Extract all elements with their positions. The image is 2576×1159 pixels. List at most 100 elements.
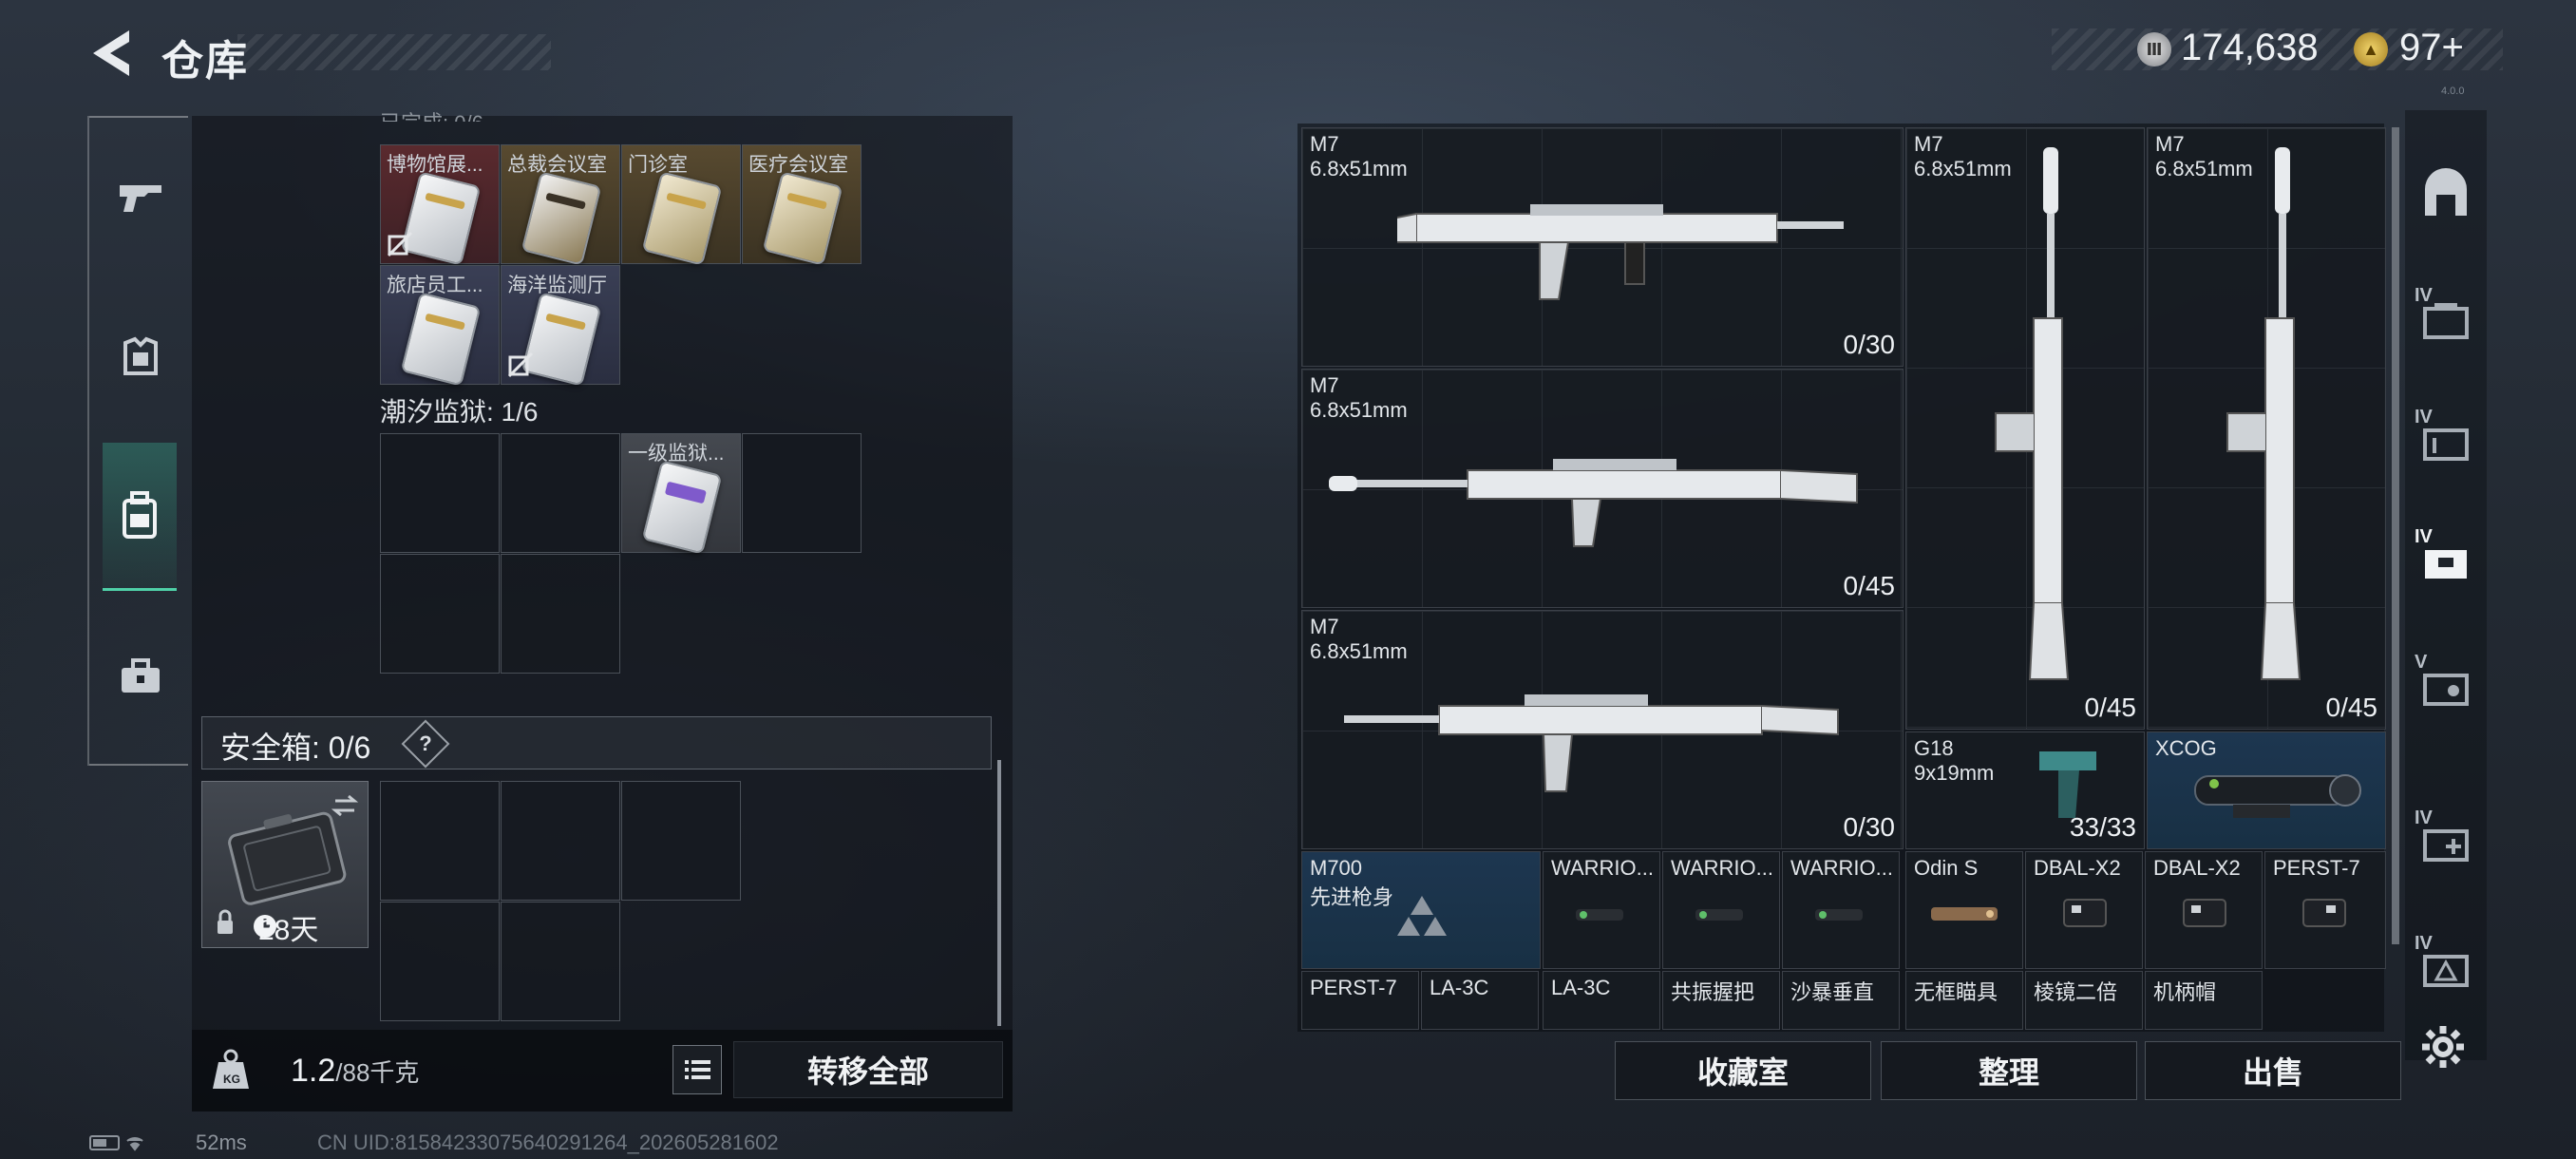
safe-box-timer: 28天 (258, 915, 319, 946)
keycard-slot[interactable]: 博物馆展... (380, 144, 500, 266)
currency-gold-amount[interactable]: 97+ (2399, 27, 2464, 69)
nav-armor[interactable] (103, 315, 179, 401)
attachment-slot[interactable]: 沙暴垂直 (1782, 971, 1900, 1030)
crate-icon (2423, 674, 2469, 706)
attachment-slot[interactable]: DBAL-X2 (2025, 851, 2143, 969)
keycard-slot[interactable]: 总裁会议室 (501, 144, 620, 266)
armor-icon (123, 336, 158, 375)
safe-box-label: 安全箱: 0/6 (220, 731, 371, 765)
organize-button[interactable]: 整理 (1881, 1041, 2137, 1100)
keycard-icon (762, 171, 843, 266)
weapon-slot[interactable]: M7 6.8x51mm 0/30 (1301, 127, 1904, 367)
empty-slot[interactable] (501, 554, 620, 674)
svg-text:KG: KG (223, 1073, 240, 1086)
no-access-icon (387, 231, 413, 257)
battery-wifi-icon (89, 1135, 143, 1151)
inventory-scrollbar[interactable] (997, 760, 1001, 1026)
keycard-slot[interactable]: 医疗会议室 (742, 144, 862, 266)
nav-supplies[interactable] (103, 635, 179, 720)
scope-slot[interactable]: XCOG (2147, 732, 2386, 849)
nav-containers[interactable] (103, 443, 177, 591)
ping-text: 52ms (196, 1130, 247, 1154)
attachment-slot[interactable]: WARRIO... (1543, 851, 1660, 969)
attachment-slot[interactable]: M700 先进枪身 (1301, 851, 1541, 969)
weapon-slot[interactable]: M7 6.8x51mm 0/30 (1301, 610, 1904, 849)
tab-storage-6[interactable]: IV (2415, 933, 2475, 998)
weapon-slot[interactable]: M7 6.8x51mm 0/45 (1301, 369, 1904, 608)
tab-storage-5[interactable]: IV (2415, 808, 2475, 872)
flashlight-icon (1576, 909, 1623, 921)
attachment-slot[interactable]: PERST-7 (1301, 971, 1419, 1030)
empty-slot[interactable] (742, 433, 862, 553)
currency-silver-amount: 174,638 (2181, 27, 2319, 68)
rifle-icon (1344, 694, 1839, 792)
laser-module-icon (2063, 899, 2107, 927)
storage-tabs: IV IV IV V IV IV (2405, 110, 2487, 1060)
no-access-icon (507, 352, 534, 378)
attachment-slot[interactable]: 无框瞄具 (1905, 971, 2023, 1030)
rifle-icon (1329, 459, 1858, 547)
empty-slot[interactable] (380, 554, 500, 674)
attachment-slot[interactable]: DBAL-X2 (2145, 851, 2263, 969)
storage-scrollbar[interactable] (2392, 127, 2399, 944)
vault-icon (2425, 168, 2467, 216)
backpack-icon (123, 490, 157, 539)
back-arrow-icon[interactable] (87, 27, 135, 80)
gold-coin-icon: ▲ (2354, 32, 2388, 66)
keycard-slot[interactable]: 一级监狱... (621, 433, 741, 555)
attachment-slot[interactable]: LA-3C (1421, 971, 1539, 1030)
empty-slot[interactable] (501, 433, 620, 553)
tab-storage-3[interactable]: IV (2415, 526, 2475, 591)
toolbox-icon (122, 658, 160, 693)
transfer-all-button[interactable]: 转移全部 (733, 1041, 1003, 1098)
attachment-slot[interactable]: WARRIO... (1662, 851, 1780, 969)
silver-coin-icon: Ⅲ (2137, 32, 2171, 66)
empty-slot[interactable] (380, 433, 500, 553)
weapon-slot[interactable]: G18 9x19mm 33/33 (1905, 732, 2145, 849)
attachment-slot[interactable]: WARRIO... (1782, 851, 1900, 969)
collection-room-button[interactable]: 收藏室 (1615, 1041, 1871, 1100)
title-decoration (237, 34, 551, 70)
attachment-slot[interactable]: PERST-7 (2264, 851, 2386, 969)
keycard-icon (521, 171, 602, 266)
keycard-slot[interactable]: 旅店员工... (380, 265, 500, 387)
rifle-icon (1397, 204, 1844, 300)
keycard-slot[interactable]: 海洋监测厅 (501, 265, 620, 387)
attachment-slot[interactable]: 机柄帽 (2145, 971, 2263, 1030)
keycard-slot[interactable]: 门诊室 (621, 144, 741, 266)
laser-module-icon (2302, 899, 2346, 927)
attachment-slot[interactable]: Odin S (1905, 851, 2023, 969)
list-icon (685, 1060, 710, 1079)
gear-icon[interactable] (2420, 1024, 2466, 1070)
empty-slot[interactable] (501, 902, 620, 1021)
tab-vault[interactable] (2416, 163, 2475, 222)
attachment-slot[interactable]: LA-3C (1543, 971, 1660, 1030)
laser-module-icon (2183, 899, 2226, 927)
rifle-vertical-icon (1995, 147, 2070, 680)
empty-slot[interactable] (501, 781, 620, 901)
section-label-tidal-prison: 潮汐监狱: 1/6 (380, 397, 539, 427)
gun-icon (120, 185, 161, 212)
version-text: 4.0.0 (2441, 86, 2465, 97)
keycard-icon (641, 171, 723, 266)
weight-icon: KG (213, 1049, 249, 1089)
nav-weapons[interactable] (103, 154, 179, 239)
flashlight-icon (1815, 909, 1863, 921)
attachment-slot[interactable]: 棱镜二倍 (2025, 971, 2143, 1030)
laser-sight-icon (1931, 907, 1998, 921)
empty-slot[interactable] (380, 781, 500, 901)
weapon-slot[interactable]: M7 6.8x51mm 0/45 (1905, 127, 2145, 730)
attachment-slot[interactable]: 共振握把 (1662, 971, 1780, 1030)
tab-storage-1[interactable]: IV (2415, 285, 2475, 350)
empty-slot[interactable] (621, 781, 741, 901)
list-view-button[interactable] (672, 1045, 722, 1094)
weapon-slot[interactable]: M7 6.8x51mm 0/45 (2147, 127, 2386, 730)
tab-storage-4[interactable]: V (2415, 652, 2475, 716)
triangle-rank-icon (1397, 896, 1447, 936)
tab-storage-2[interactable]: IV (2415, 407, 2475, 471)
uid-text: CN UID:8158423307564029126‌4_20260528160… (317, 1130, 779, 1154)
weight-capacity: 1.2/88千克 (291, 1053, 420, 1089)
empty-slot[interactable] (380, 902, 500, 1021)
page-title: 仓库 (161, 38, 249, 85)
sell-button[interactable]: 出售 (2145, 1041, 2401, 1100)
